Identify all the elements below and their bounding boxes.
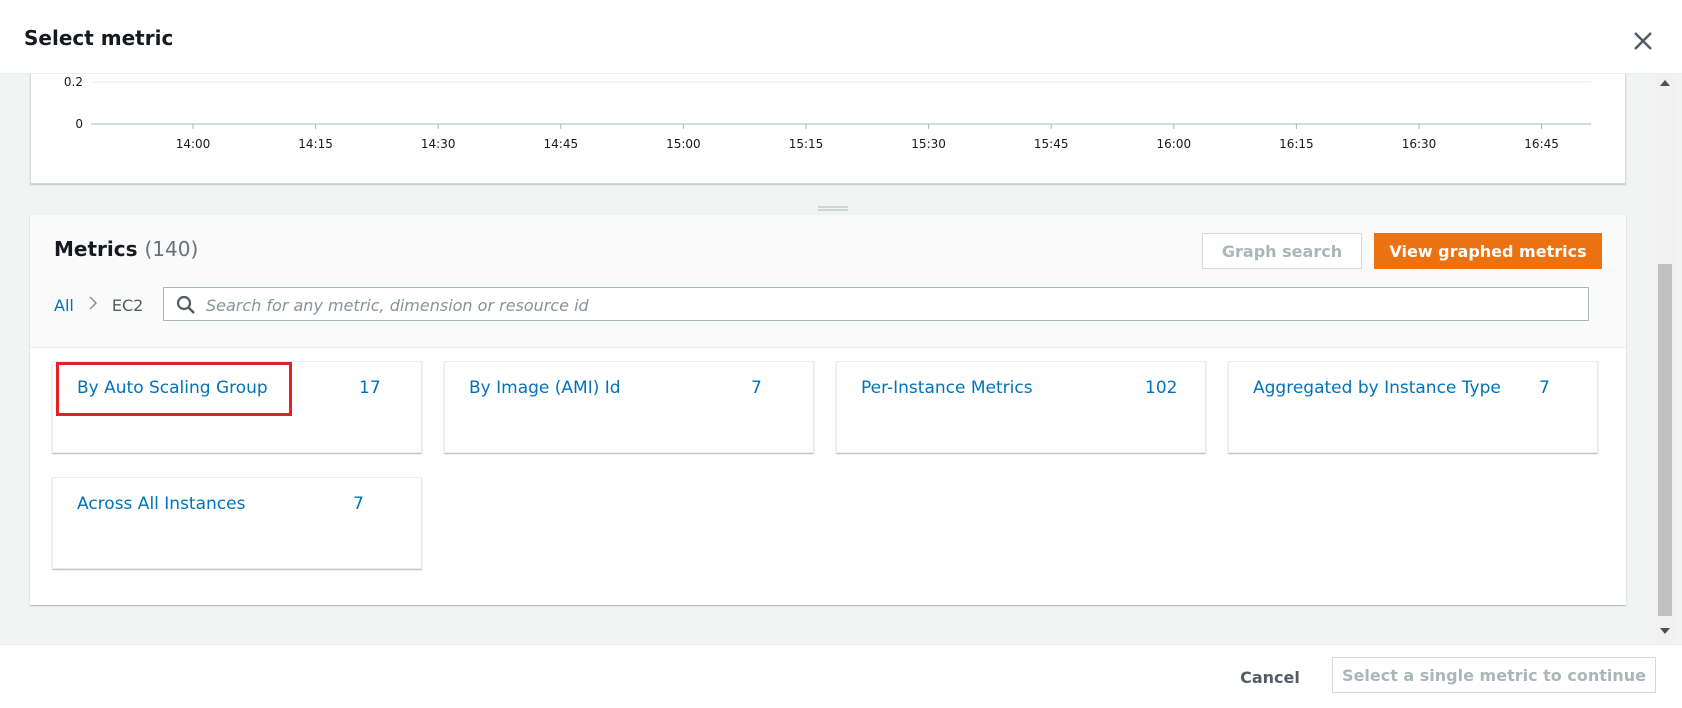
drag-handle-icon (818, 206, 848, 211)
modal-body: 0.2 0 14:00 14:15 14:30 14:45 15:00 15:15 15:30 1… (0, 74, 1682, 644)
metrics-header: Metrics (140) Graph search View graphed … (30, 215, 1626, 348)
graph-panel: 0.2 0 14:00 14:15 14:30 14:45 15:00 15:15 15:30 1… (30, 74, 1626, 184)
x-tick-label: 15:45 (1034, 137, 1069, 151)
breadcrumb-ec2: EC2 (111, 295, 144, 315)
x-tick-label: 14:45 (544, 137, 579, 151)
metrics-heading: Metrics (140) (54, 237, 198, 261)
card-label[interactable]: By Auto Scaling Group (77, 378, 268, 398)
search-icon (176, 295, 195, 314)
metric-graph: 0.2 0 14:00 14:15 14:30 14:45 15:00 15:15 15:30 1… (64, 75, 1591, 151)
card-by-image-ami-id[interactable]: By Image (AMI) Id 7 (444, 361, 814, 453)
x-tick-label: 15:15 (789, 137, 824, 151)
x-tick-label: 15:30 (911, 137, 946, 151)
card-across-all-instances[interactable]: Across All Instances 7 (52, 477, 422, 569)
card-per-instance-metrics[interactable]: Per-Instance Metrics 102 (836, 361, 1206, 453)
card-count: 102 (1145, 378, 1178, 398)
card-aggregated-by-instance-type[interactable]: Aggregated by Instance Type 7 (1228, 361, 1598, 453)
modal-header: Select metric (0, 4, 1682, 74)
x-tick-label: 15:00 (666, 137, 701, 151)
y-tick-label: 0 (75, 117, 83, 131)
select-metric-modal: Select metric 0.2 0 14:00 14:15 14:30 14:45 15… (0, 0, 1682, 708)
chevron-right-icon (88, 295, 98, 315)
graph-search-button[interactable]: Graph search (1202, 233, 1362, 269)
metrics-count: (140) (144, 237, 199, 261)
card-by-auto-scaling-group[interactable]: By Auto Scaling Group 17 (52, 361, 422, 453)
scroll-down-arrow-icon[interactable] (1660, 628, 1670, 634)
metrics-heading-label: Metrics (54, 237, 138, 261)
card-label[interactable]: Per-Instance Metrics (861, 378, 1033, 398)
close-button[interactable] (1630, 28, 1656, 54)
card-count: 17 (359, 378, 381, 398)
breadcrumb: All EC2 (54, 287, 143, 323)
modal-footer: Cancel Select a single metric to continu… (0, 644, 1682, 708)
y-tick-label: 0.2 (64, 75, 83, 89)
x-tick-label: 14:15 (298, 137, 333, 151)
card-count: 7 (1539, 378, 1550, 398)
breadcrumb-all[interactable]: All (54, 296, 74, 315)
scroll-thumb[interactable] (1658, 264, 1672, 616)
x-tick-label: 14:30 (421, 137, 456, 151)
continue-button[interactable]: Select a single metric to continue (1332, 657, 1656, 693)
x-tick-label: 16:15 (1279, 137, 1314, 151)
x-tick-label: 14:00 (176, 137, 211, 151)
cancel-button[interactable]: Cancel (1222, 659, 1318, 695)
scrollbar[interactable] (1656, 74, 1674, 644)
card-label[interactable]: Aggregated by Instance Type (1253, 378, 1501, 398)
metric-search (163, 287, 1589, 321)
search-input[interactable] (204, 289, 1578, 321)
x-tick-label: 16:00 (1157, 137, 1192, 151)
card-count: 7 (353, 494, 364, 514)
close-icon (1634, 32, 1652, 50)
x-tick-label: 16:30 (1402, 137, 1437, 151)
x-tick-label: 16:45 (1524, 137, 1559, 151)
scroll-up-arrow-icon[interactable] (1660, 80, 1670, 86)
card-count: 7 (751, 378, 762, 398)
modal-title: Select metric (24, 26, 174, 50)
metrics-panel: Metrics (140) Graph search View graphed … (30, 215, 1626, 605)
card-label[interactable]: By Image (AMI) Id (469, 378, 621, 398)
view-graphed-metrics-button[interactable]: View graphed metrics (1374, 233, 1602, 269)
resize-handle[interactable] (818, 198, 848, 211)
card-label[interactable]: Across All Instances (77, 494, 245, 514)
